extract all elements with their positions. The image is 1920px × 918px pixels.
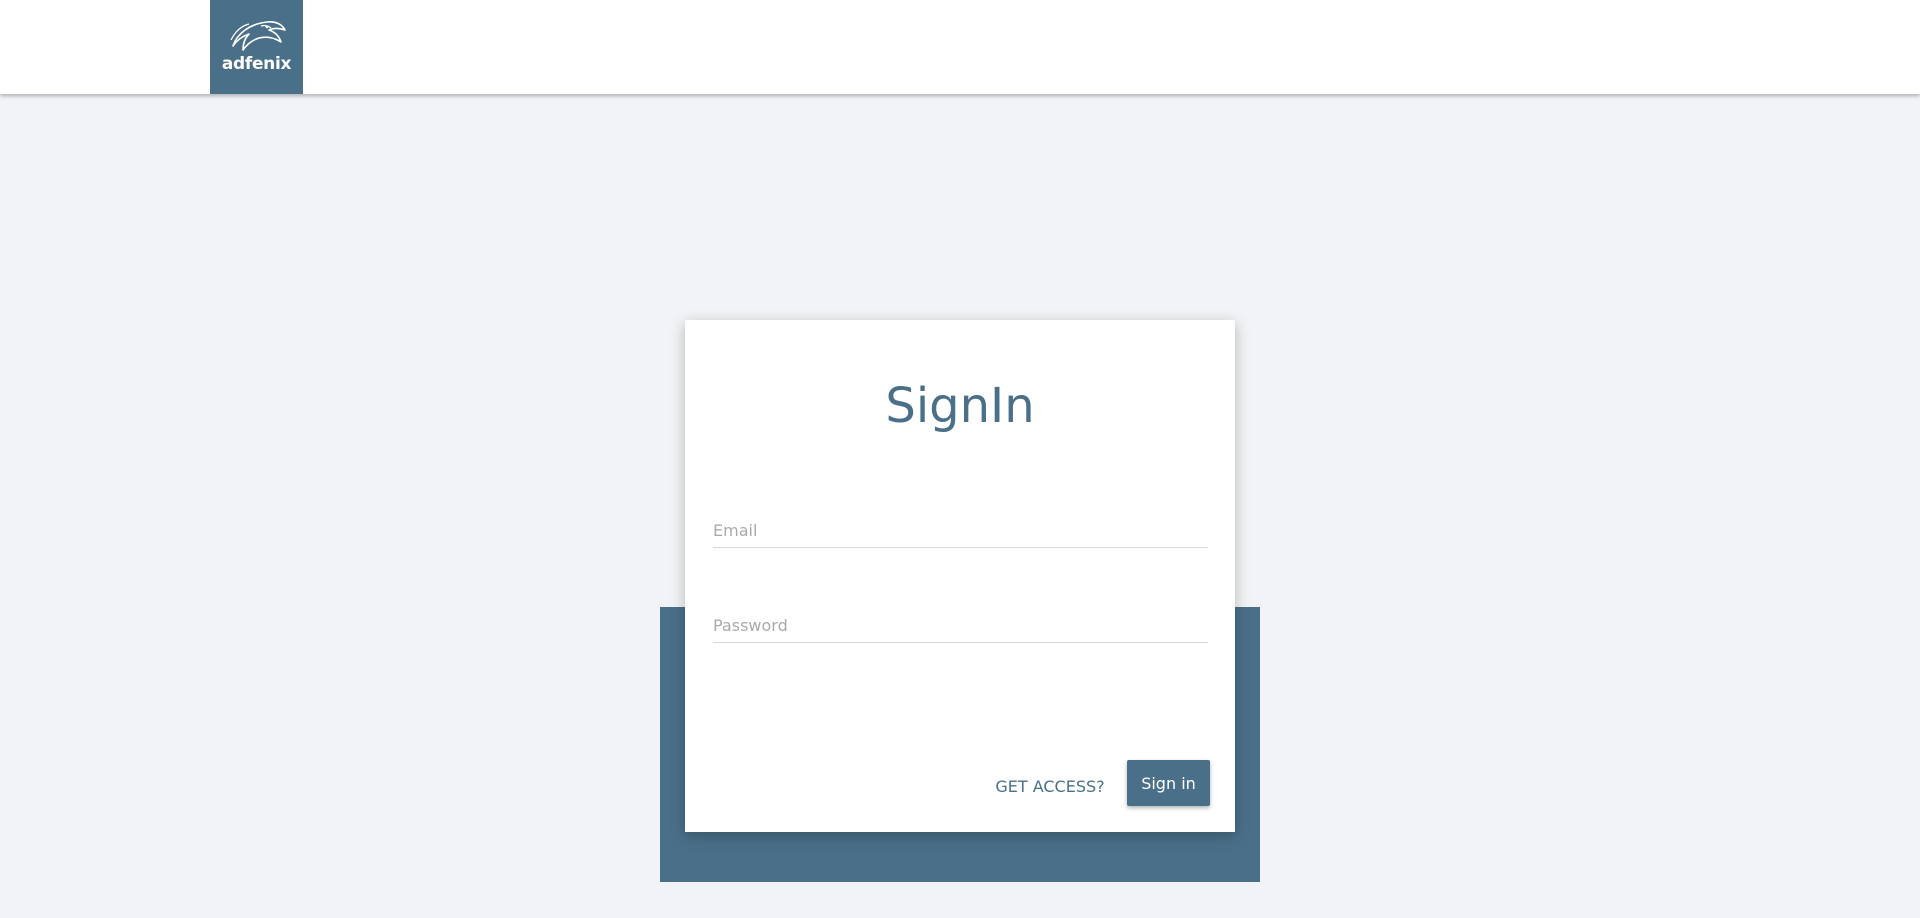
get-access-button[interactable]: GET ACCESS? <box>975 768 1125 804</box>
top-bar: adfenix <box>0 0 1920 94</box>
logo-text: adfenix <box>221 54 292 74</box>
password-field[interactable] <box>713 609 1208 643</box>
email-field[interactable] <box>713 514 1208 548</box>
logo[interactable]: adfenix <box>210 0 303 94</box>
signin-card: SignIn GET ACCESS? Sign in <box>685 320 1235 832</box>
page-title: SignIn <box>885 378 1035 434</box>
signin-button[interactable]: Sign in <box>1127 760 1210 806</box>
eagle-head-icon <box>229 21 286 51</box>
